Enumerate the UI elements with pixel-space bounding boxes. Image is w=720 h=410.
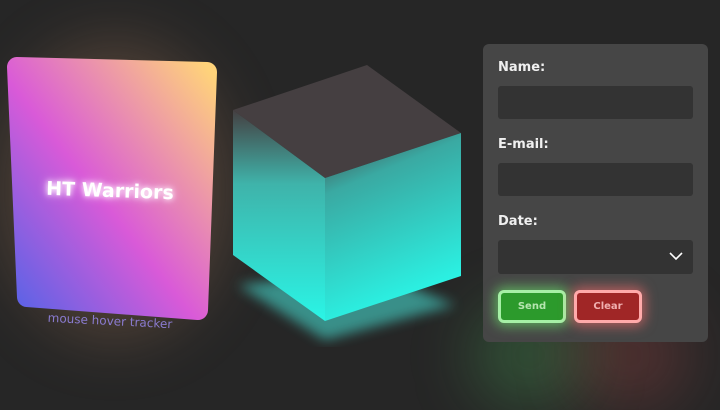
email-label: E-mail: (498, 137, 549, 152)
date-select[interactable] (498, 240, 693, 274)
date-label: Date: (498, 214, 538, 229)
name-label: Name: (498, 60, 546, 75)
form-panel: Name: E-mail: Date: Send Clear (483, 44, 708, 342)
send-button[interactable]: Send (498, 290, 566, 323)
name-input[interactable] (498, 86, 693, 119)
chevron-down-icon (669, 252, 683, 261)
clear-button[interactable]: Clear (574, 290, 642, 323)
email-input[interactable] (498, 163, 693, 196)
